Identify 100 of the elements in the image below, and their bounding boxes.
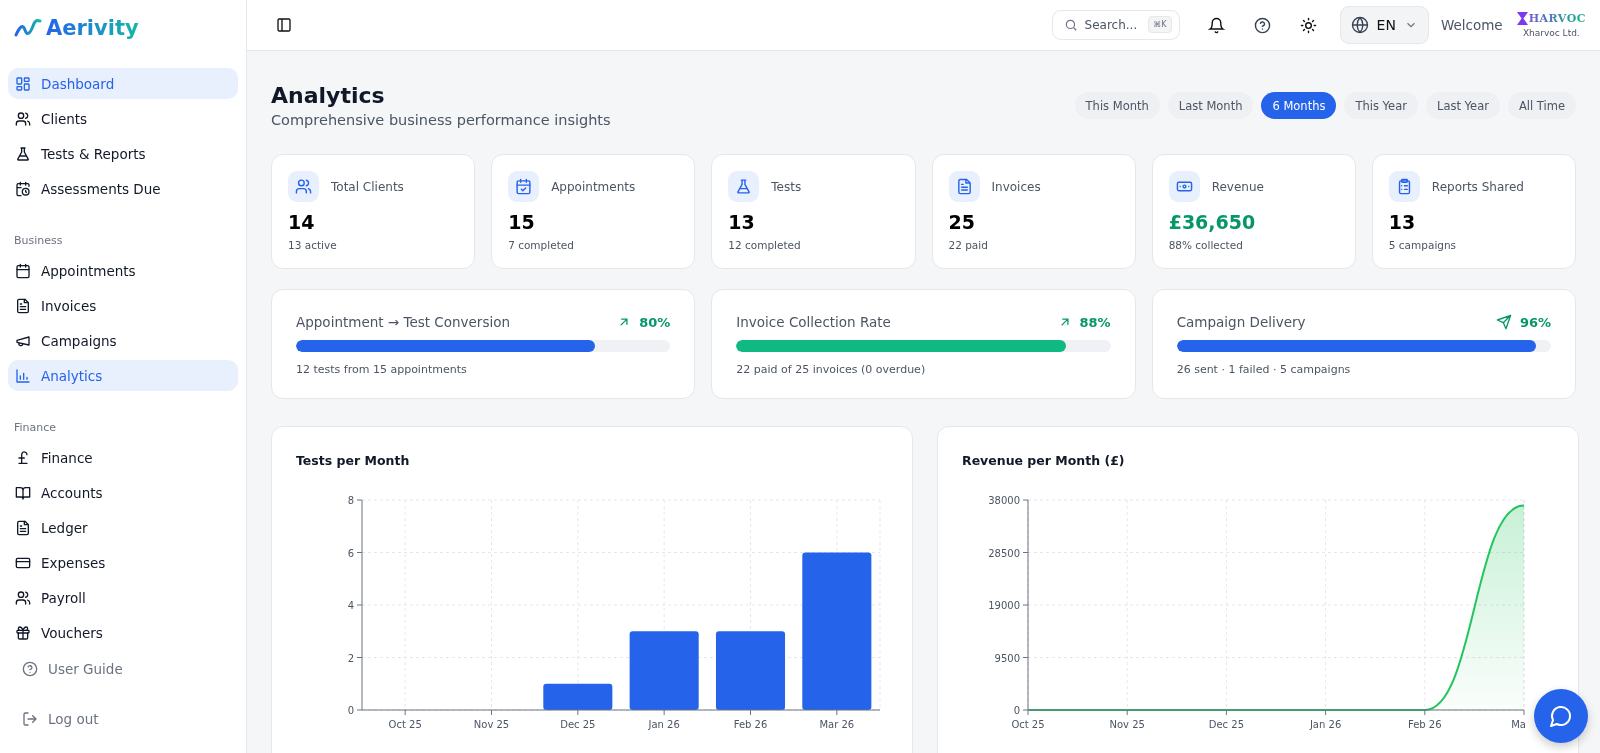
- stat-caption: 7 completed: [508, 239, 575, 251]
- flask-icon: [15, 145, 31, 162]
- page-subtitle: Comprehensive business performance insights: [271, 112, 611, 128]
- bell-icon: [1208, 16, 1226, 34]
- sidebar-item[interactable]: Campaigns: [8, 325, 238, 356]
- y-tick-label: 6: [347, 547, 354, 559]
- sidebar-item[interactable]: Dashboard: [8, 68, 238, 99]
- stat-caption: 13 active: [288, 239, 338, 251]
- document-icon: [955, 178, 973, 195]
- welcome-text: Welcome: [1440, 17, 1503, 33]
- book-icon: [15, 484, 31, 501]
- x-tick-label: Nov 25: [1109, 719, 1145, 730]
- grid-icon: [15, 75, 31, 92]
- sidebar-panel-icon: [276, 17, 292, 33]
- stat-value: 13: [728, 211, 756, 233]
- chat-bubble-icon: [1549, 704, 1573, 728]
- users-icon: [15, 589, 31, 606]
- rate-label: Campaign Delivery: [1176, 314, 1306, 330]
- x-tick-label: Jan 26: [648, 719, 680, 730]
- y-tick-label: 19000: [988, 600, 1020, 611]
- period-tab[interactable]: Last Year: [1425, 92, 1500, 119]
- x-tick-label: Ma: [1511, 719, 1526, 730]
- stat-caption: 12 completed: [728, 239, 802, 251]
- sidebar-item[interactable]: Analytics: [8, 360, 238, 391]
- x-tick-label: Oct 25: [1011, 719, 1045, 730]
- sidebar-item[interactable]: Invoices: [8, 290, 238, 321]
- sidebar-item[interactable]: Tests & Reports: [8, 138, 238, 169]
- sidebar-item[interactable]: Payroll: [8, 582, 238, 613]
- users-icon: [295, 178, 312, 195]
- rate-percent: 80%: [639, 314, 671, 330]
- sidebar-item[interactable]: Expenses: [8, 547, 238, 578]
- sidebar-item[interactable]: Finance: [8, 442, 238, 473]
- chart-title: Tests per Month: [296, 453, 411, 468]
- x-tick-label: Oct 25: [388, 719, 422, 730]
- period-tab[interactable]: Last Month: [1167, 92, 1254, 119]
- chart-title: Revenue per Month (£): [962, 453, 1126, 468]
- stat-label: Invoices: [991, 179, 1041, 194]
- x-tick-label: Jan 26: [1309, 719, 1342, 730]
- rate-label: Invoice Collection Rate: [736, 314, 891, 330]
- sidebar-item[interactable]: Vouchers: [8, 617, 238, 648]
- send-icon: [1495, 314, 1512, 330]
- x-tick-label: Feb 26: [733, 719, 768, 730]
- sun-icon: [1300, 16, 1318, 34]
- calendar-clock-icon: [15, 180, 31, 197]
- rate-percent: 88%: [1079, 314, 1111, 330]
- rate-caption: 22 paid of 25 invoices (0 overdue): [736, 363, 927, 376]
- company-name: Xharvoc Ltd.: [1522, 28, 1580, 38]
- stat-value: 15: [508, 211, 536, 233]
- help-icon: [22, 661, 38, 677]
- x-tick-label: Mar 26: [819, 719, 855, 730]
- bar: [543, 683, 613, 710]
- y-tick-label: 28500: [988, 547, 1020, 559]
- stat-label: Tests: [771, 179, 802, 194]
- rate-percent: 96%: [1519, 314, 1551, 330]
- y-tick-label: 4: [347, 600, 354, 611]
- stat-label: Appointments: [551, 179, 636, 194]
- brand-name: Aerivity: [46, 16, 139, 40]
- bar-chart-icon: [15, 367, 31, 384]
- shortcut-badge: ⌘K: [1148, 16, 1172, 33]
- stat-label: Reports Shared: [1431, 179, 1524, 194]
- period-tab[interactable]: 6 Months: [1261, 92, 1337, 119]
- user-guide-link[interactable]: User Guide: [8, 654, 238, 684]
- stat-value: £36,650: [1168, 211, 1257, 233]
- sidebar-item[interactable]: Assessments Due: [8, 173, 238, 204]
- x-tick-label: Dec 25: [1208, 719, 1245, 730]
- sidebar-item[interactable]: Accounts: [8, 477, 238, 508]
- sidebar-item[interactable]: Ledger: [8, 512, 238, 543]
- stat-label: Revenue: [1211, 179, 1264, 194]
- period-tab[interactable]: This Month: [1074, 92, 1160, 119]
- language-selector[interactable]: EN: [1339, 6, 1429, 44]
- search-icon: [1063, 18, 1078, 32]
- document-icon: [15, 297, 31, 314]
- stat-caption: 5 campaigns: [1388, 239, 1458, 251]
- calendar-icon: [15, 262, 31, 279]
- stat-value: 25: [948, 211, 976, 233]
- pound-icon: [15, 449, 31, 466]
- logout-icon: [22, 711, 38, 727]
- sidebar-item[interactable]: Clients: [8, 103, 238, 134]
- y-tick-label: 9500: [994, 652, 1020, 664]
- sidebar-item[interactable]: Appointments: [8, 255, 238, 286]
- help-icon: [1254, 16, 1272, 34]
- x-tick-label: Nov 25: [473, 719, 510, 730]
- calendar-check-icon: [515, 178, 533, 195]
- x-tick-label: Dec 25: [560, 719, 596, 730]
- gift-icon: [15, 624, 31, 641]
- logout-link[interactable]: Log out: [8, 704, 238, 734]
- y-tick-label: 0: [347, 705, 354, 716]
- period-tab[interactable]: This Year: [1344, 92, 1418, 119]
- stat-value: 14: [288, 211, 316, 233]
- y-tick-label: 8: [347, 495, 354, 506]
- rate-label: Appointment → Test Conversion: [296, 314, 510, 330]
- y-tick-label: 38000: [988, 495, 1020, 506]
- stat-caption: 22 paid: [948, 239, 989, 251]
- stat-label: Total Clients: [331, 179, 404, 194]
- stat-caption: 88% collected: [1168, 239, 1244, 251]
- x-tick-label: Feb 26: [1408, 719, 1442, 730]
- period-tab[interactable]: All Time: [1507, 92, 1576, 119]
- y-tick-label: 0: [1013, 705, 1020, 716]
- section-heading: Finance: [13, 420, 58, 436]
- section-heading: Business: [13, 233, 64, 249]
